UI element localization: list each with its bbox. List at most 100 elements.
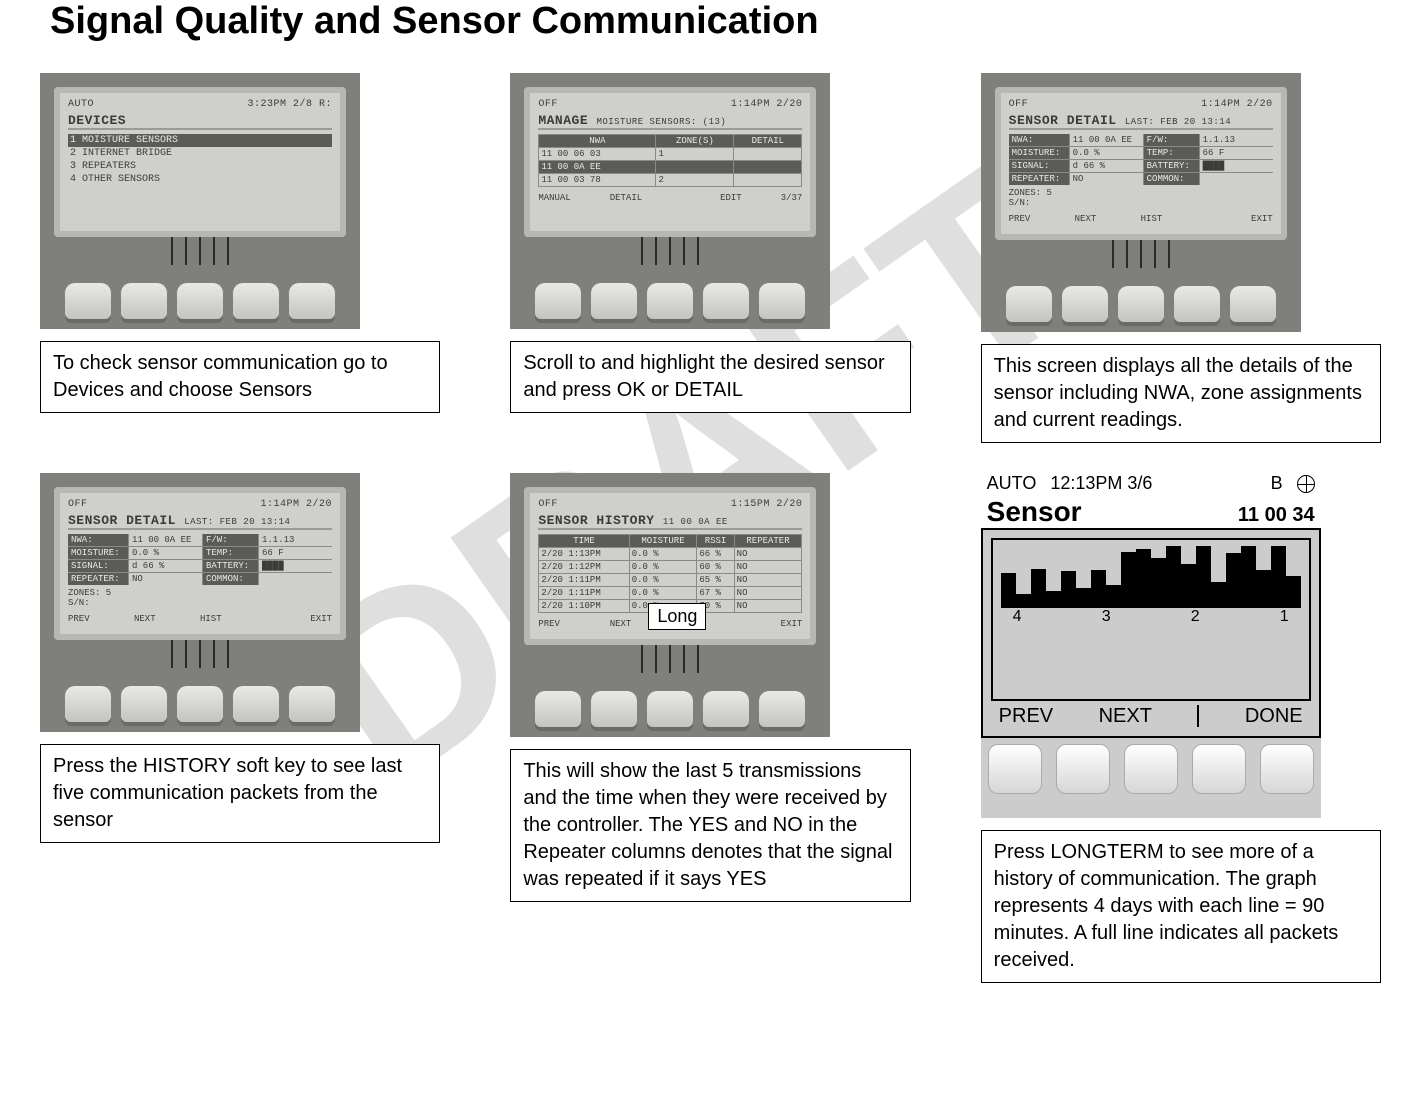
axis-tick: 2 bbox=[1191, 608, 1200, 626]
softkey[interactable] bbox=[65, 686, 111, 722]
softkey-label[interactable]: NEXT bbox=[134, 614, 156, 624]
softkey[interactable] bbox=[65, 283, 111, 319]
caption: Press the HISTORY soft key to see last f… bbox=[40, 744, 440, 843]
screen-title: SENSOR DETAIL bbox=[68, 513, 176, 528]
table-row: 2/20 1:12PM0.0 %60 %NO bbox=[539, 561, 802, 574]
softkey[interactable] bbox=[1124, 744, 1178, 794]
softkey-label[interactable]: EXIT bbox=[781, 619, 803, 629]
softkey[interactable] bbox=[591, 691, 637, 727]
status-mode: AUTO bbox=[68, 99, 94, 110]
softkey-label[interactable]: DONE bbox=[1245, 705, 1303, 728]
col-header: REPEATER bbox=[734, 535, 802, 548]
softkey-label[interactable]: EXIT bbox=[1251, 214, 1273, 224]
softkey-label[interactable]: PREV bbox=[1009, 214, 1031, 224]
softkey[interactable] bbox=[647, 691, 693, 727]
softkey[interactable] bbox=[535, 691, 581, 727]
softkey[interactable] bbox=[1062, 286, 1108, 322]
softkey[interactable] bbox=[759, 691, 805, 727]
softkey[interactable] bbox=[1230, 286, 1276, 322]
softkey-label[interactable]: HIST bbox=[200, 614, 222, 624]
softkey-label[interactable]: NEXT bbox=[1099, 705, 1152, 728]
table-row[interactable]: 11 00 03 782 bbox=[539, 174, 802, 187]
softkey-label[interactable]: DETAIL bbox=[610, 193, 642, 203]
table-row: 2/20 1:11PM0.0 %67 %NO bbox=[539, 587, 802, 600]
softkey[interactable] bbox=[177, 283, 223, 319]
caption: This will show the last 5 transmissions … bbox=[510, 749, 910, 902]
screen-subtitle: MOISTURE SENSORS: (13) bbox=[596, 117, 726, 127]
sensor-name: Sensor bbox=[987, 496, 1082, 528]
list-item[interactable]: 2 INTERNET BRIDGE bbox=[68, 147, 332, 160]
softkey-label[interactable]: EDIT bbox=[720, 193, 742, 203]
caption: Press LONGTERM to see more of a history … bbox=[981, 830, 1381, 983]
caption: Scroll to and highlight the desired sens… bbox=[510, 341, 910, 413]
softkey-label[interactable]: 3/37 bbox=[781, 193, 803, 203]
sensor-id: 11 00 34 bbox=[1238, 504, 1315, 527]
table-row: 2/20 1:11PM0.0 %65 %NO bbox=[539, 574, 802, 587]
softkey-label[interactable]: MANUAL bbox=[538, 193, 570, 203]
status-mode: OFF bbox=[68, 499, 88, 510]
softkey[interactable] bbox=[1006, 286, 1052, 322]
table-row[interactable]: 11 00 0A EE bbox=[539, 161, 802, 174]
panel-sensor-history: OFF 1:15PM 2/20 SENSOR HISTORY 11 00 0A … bbox=[510, 473, 830, 737]
sn-row: S/N: bbox=[1009, 198, 1273, 208]
detail-grid: NWA:11 00 0A EEF/W:1.1.13 MOISTURE:0.0 %… bbox=[1009, 134, 1273, 185]
screen-subtitle: LAST: FEB 20 13:14 bbox=[184, 517, 290, 527]
col-header: DETAIL bbox=[734, 135, 802, 148]
softkey[interactable] bbox=[233, 283, 279, 319]
col-header: RSSI bbox=[697, 535, 734, 548]
softkey[interactable] bbox=[703, 691, 749, 727]
softkey[interactable] bbox=[759, 283, 805, 319]
page-title: Signal Quality and Sensor Communication bbox=[50, 0, 1381, 43]
softkey[interactable] bbox=[177, 686, 223, 722]
status-clock: 1:14PM 2/20 bbox=[1201, 99, 1273, 110]
status-clock: 1:14PM 2/20 bbox=[731, 99, 803, 110]
softkey[interactable] bbox=[1174, 286, 1220, 322]
table-row: 2/20 1:13PM0.0 %66 %NO bbox=[539, 548, 802, 561]
detail-grid: NWA:11 00 0A EEF/W:1.1.13 MOISTURE:0.0 %… bbox=[68, 534, 332, 585]
softkey[interactable] bbox=[121, 283, 167, 319]
col-header: NWA bbox=[539, 135, 656, 148]
softkey-label[interactable]: NEXT bbox=[1075, 214, 1097, 224]
softkey-label[interactable]: PREV bbox=[538, 619, 560, 629]
softkey[interactable] bbox=[647, 283, 693, 319]
softkey-label[interactable]: NEXT bbox=[610, 619, 632, 629]
softkey[interactable] bbox=[289, 283, 335, 319]
softkey[interactable] bbox=[121, 686, 167, 722]
panel-devices: AUTO 3:23PM 2/8 R: DEVICES 1 MOISTURE SE… bbox=[40, 73, 360, 329]
list-item[interactable]: 1 MOISTURE SENSORS bbox=[68, 134, 332, 147]
col-header: ZONE(S) bbox=[656, 135, 734, 148]
caption: This screen displays all the details of … bbox=[981, 344, 1381, 443]
status-clock: 1:14PM 2/20 bbox=[260, 499, 332, 510]
rev-label: B bbox=[1271, 473, 1283, 494]
col-header: TIME bbox=[539, 535, 629, 548]
softkey-label[interactable]: PREV bbox=[999, 705, 1053, 728]
softkey[interactable] bbox=[1118, 286, 1164, 322]
softkey[interactable] bbox=[233, 686, 279, 722]
list-item[interactable]: 4 OTHER SENSORS bbox=[68, 173, 332, 186]
axis-tick: 4 bbox=[1013, 608, 1022, 626]
mode-label: AUTO bbox=[987, 473, 1037, 494]
softkey-label[interactable]: PREV bbox=[68, 614, 90, 624]
softkey[interactable] bbox=[289, 686, 335, 722]
softkey[interactable] bbox=[1056, 744, 1110, 794]
status-clock: 1:15PM 2/20 bbox=[731, 499, 803, 510]
softkey-label[interactable]: EXIT bbox=[310, 614, 332, 624]
axis-tick: 3 bbox=[1102, 608, 1111, 626]
softkey-label[interactable]: HIST bbox=[1141, 214, 1163, 224]
softkey[interactable] bbox=[703, 283, 749, 319]
screen-subtitle: 11 00 0A EE bbox=[663, 517, 728, 527]
axis-tick: 1 bbox=[1280, 608, 1289, 626]
globe-icon bbox=[1297, 475, 1315, 493]
screen-title: MANAGE bbox=[538, 113, 588, 128]
softkey[interactable] bbox=[535, 283, 581, 319]
softkey[interactable] bbox=[1260, 744, 1314, 794]
list-item[interactable]: 3 REPEATERS bbox=[68, 160, 332, 173]
softkey[interactable] bbox=[988, 744, 1042, 794]
table-row[interactable]: 11 00 06 031 bbox=[539, 148, 802, 161]
screen-subtitle: LAST: FEB 20 13:14 bbox=[1125, 117, 1231, 127]
sn-row: S/N: bbox=[68, 598, 332, 608]
softkey[interactable] bbox=[1192, 744, 1246, 794]
panel-longterm: AUTO 12:13PM 3/6 B Sensor 11 00 34 bbox=[981, 473, 1321, 818]
softkey[interactable] bbox=[591, 283, 637, 319]
zones-row: ZONES: 5 bbox=[1009, 188, 1273, 198]
